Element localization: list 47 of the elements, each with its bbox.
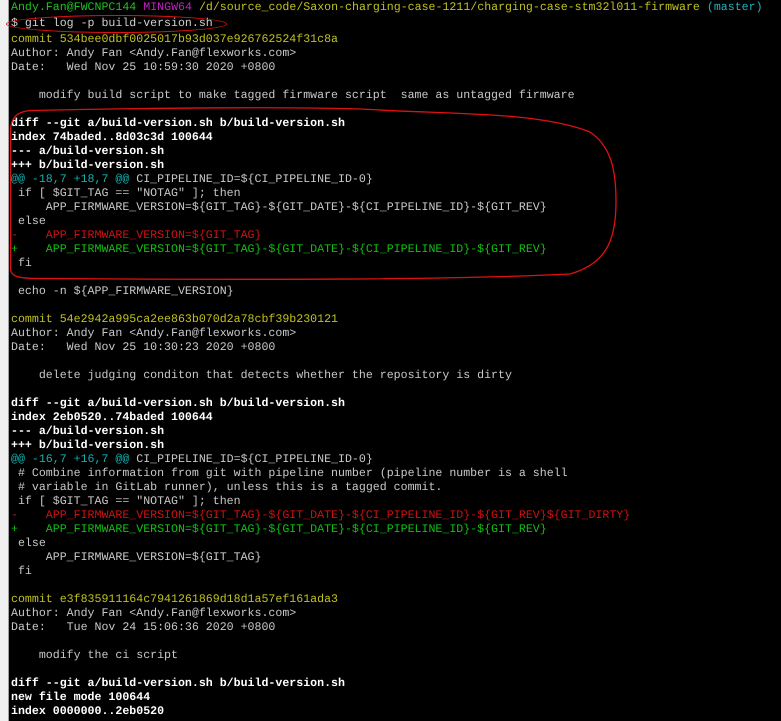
removed-line: - APP_FIRMWARE_VERSION=${GIT_TAG}-${GIT_DATE}-${CI_PIPELINE_ID}-${GIT_REV}${GIT_DIRTY} bbox=[11, 509, 630, 523]
output-line: echo -n ${APP_FIRMWARE_VERSION} bbox=[16, 285, 234, 299]
commit-hash: commit e3f835911164c7941261869d18d1a57ef161ada3 bbox=[11, 593, 338, 607]
diff-header: diff --git a/build-version.sh b/build-version.sh bbox=[11, 397, 345, 411]
output-line: APP_FIRMWARE_VERSION=${GIT_TAG} bbox=[44, 551, 262, 565]
output-line: fi bbox=[16, 257, 32, 271]
diff-header: index 2eb0520..74baded 100644 bbox=[11, 411, 213, 425]
output-line: APP_FIRMWARE_VERSION=${GIT_TAG}-${GIT_DATE}-${CI_PIPELINE_ID}-${GIT_REV} bbox=[45, 201, 547, 215]
diff-header: diff --git a/build-version.sh b/build-version.sh bbox=[11, 677, 345, 691]
diff-header: new file mode 100644 bbox=[11, 691, 150, 705]
output-line: delete judging conditon that detects whether the repository is dirty bbox=[38, 369, 512, 383]
output-line: Date: Wed Nov 25 10:30:23 2020 +0800 bbox=[11, 341, 276, 355]
output-line: if [ $GIT_TAG == "NOTAG" ]; then bbox=[16, 187, 241, 201]
hunk-range: @@ -16,7 +16,7 @@ bbox=[11, 453, 130, 467]
commit-hash: commit 54e2942a995ca2ee863b070d2a78cbf39b230121 bbox=[11, 313, 338, 327]
output-line: # Combine information from git with pipeline number (pipeline number is a shell bbox=[16, 467, 568, 481]
output-line: modify the ci script bbox=[38, 649, 178, 663]
added-line: + APP_FIRMWARE_VERSION=${GIT_TAG}-${GIT_DATE}-${CI_PIPELINE_ID}-${GIT_REV} bbox=[11, 523, 547, 537]
hunk-context: CI_PIPELINE_ID=${CI_PIPELINE_ID-0} bbox=[135, 173, 373, 187]
diff-header: index 74baded..8d03c3d 100644 bbox=[11, 131, 213, 145]
output-line: Author: Andy Fan <Andy.Fan@flexworks.com> bbox=[11, 607, 296, 621]
diff-header: --- a/build-version.sh bbox=[11, 425, 164, 439]
commit-hash: commit 534bee0dbf0025017b93d037e926762524f31c8a bbox=[11, 33, 338, 47]
output-line: Author: Andy Fan <Andy.Fan@flexworks.com> bbox=[11, 327, 296, 341]
diff-header: --- a/build-version.sh bbox=[11, 145, 164, 159]
hunk-range: @@ -18,7 +18,7 @@ bbox=[11, 173, 130, 187]
diff-header: +++ b/build-version.sh bbox=[11, 439, 164, 453]
prompt-text: (master) bbox=[706, 1, 763, 15]
diff-header: index 0000000..2eb0520 bbox=[11, 705, 164, 719]
prompt-text: MINGW64 bbox=[143, 1, 192, 15]
output-line: if [ $GIT_TAG == "NOTAG" ]; then bbox=[16, 495, 241, 509]
output-line: modify build script to make tagged firmware script same as untagged firmware bbox=[38, 89, 575, 103]
added-line: + APP_FIRMWARE_VERSION=${GIT_TAG}-${GIT_DATE}-${CI_PIPELINE_ID}-${GIT_REV} bbox=[11, 243, 547, 257]
hunk-context: CI_PIPELINE_ID=${CI_PIPELINE_ID-0} bbox=[135, 453, 373, 467]
diff-header: diff --git a/build-version.sh b/build-version.sh bbox=[11, 117, 345, 131]
prompt-text: /d/source_code/Saxon-charging-case-1211/charging-case-stm32l011-firmware bbox=[198, 1, 700, 15]
output-line: Date: Tue Nov 24 15:06:36 2020 +0800 bbox=[11, 621, 276, 635]
output-line: else bbox=[16, 537, 46, 551]
output-line: Author: Andy Fan <Andy.Fan@flexworks.com> bbox=[11, 47, 296, 61]
prompt-text: Andy.Fan@FWCNPC144 bbox=[11, 1, 136, 15]
removed-line: - APP_FIRMWARE_VERSION=${GIT_TAG} bbox=[11, 229, 262, 243]
output-line: # variable in GitLab runner), unless this is a tagged commit. bbox=[16, 481, 442, 495]
output-line: else bbox=[16, 215, 46, 229]
command-line: $ git log -p build-version.sh bbox=[11, 17, 213, 30]
output-line: Date: Wed Nov 25 10:59:30 2020 +0800 bbox=[11, 61, 276, 75]
diff-header: +++ b/build-version.sh bbox=[11, 159, 164, 173]
output-line: fi bbox=[16, 565, 32, 579]
